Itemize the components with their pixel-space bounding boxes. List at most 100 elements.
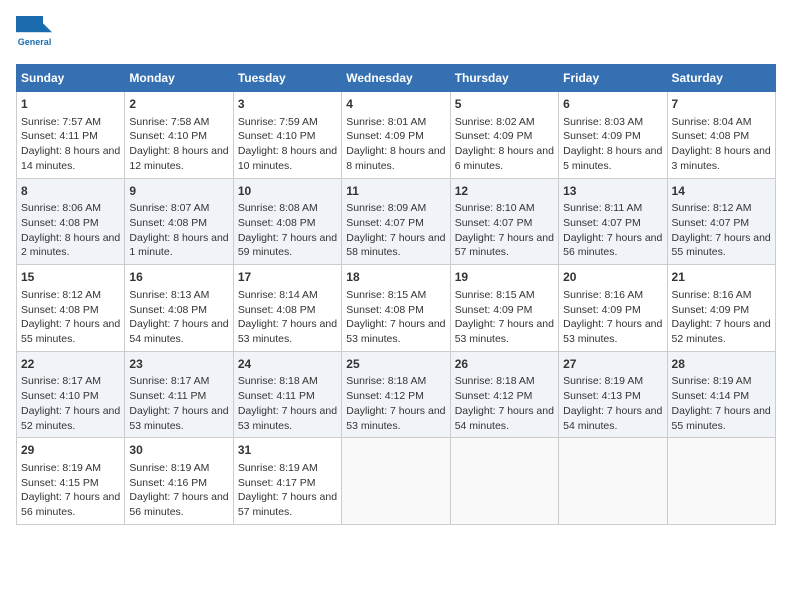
sunset-text: Sunset: 4:08 PM bbox=[346, 304, 424, 316]
page-header: General bbox=[16, 16, 776, 52]
sunset-text: Sunset: 4:08 PM bbox=[129, 217, 207, 229]
sunset-text: Sunset: 4:09 PM bbox=[346, 130, 424, 142]
logo: General bbox=[16, 16, 56, 52]
calendar-cell: 17Sunrise: 8:14 AMSunset: 4:08 PMDayligh… bbox=[233, 265, 341, 352]
sunrise-text: Sunrise: 8:15 AM bbox=[455, 289, 535, 301]
daylight-text: Daylight: 7 hours and 53 minutes. bbox=[346, 318, 445, 345]
day-number: 29 bbox=[21, 442, 120, 459]
sunrise-text: Sunrise: 8:03 AM bbox=[563, 116, 643, 128]
day-number: 25 bbox=[346, 356, 445, 373]
day-number: 17 bbox=[238, 269, 337, 286]
day-number: 14 bbox=[672, 183, 771, 200]
calendar-cell: 23Sunrise: 8:17 AMSunset: 4:11 PMDayligh… bbox=[125, 351, 233, 438]
sunrise-text: Sunrise: 8:12 AM bbox=[672, 202, 752, 214]
sunrise-text: Sunrise: 8:18 AM bbox=[238, 375, 318, 387]
sunrise-text: Sunrise: 8:07 AM bbox=[129, 202, 209, 214]
daylight-text: Daylight: 7 hours and 56 minutes. bbox=[563, 232, 662, 259]
day-number: 27 bbox=[563, 356, 662, 373]
daylight-text: Daylight: 8 hours and 3 minutes. bbox=[672, 145, 771, 172]
sunrise-text: Sunrise: 8:04 AM bbox=[672, 116, 752, 128]
day-number: 30 bbox=[129, 442, 228, 459]
day-number: 15 bbox=[21, 269, 120, 286]
sunset-text: Sunset: 4:07 PM bbox=[672, 217, 750, 229]
sunset-text: Sunset: 4:07 PM bbox=[346, 217, 424, 229]
daylight-text: Daylight: 7 hours and 53 minutes. bbox=[238, 318, 337, 345]
calendar-cell: 2Sunrise: 7:58 AMSunset: 4:10 PMDaylight… bbox=[125, 92, 233, 179]
daylight-text: Daylight: 7 hours and 53 minutes. bbox=[455, 318, 554, 345]
calendar-cell: 28Sunrise: 8:19 AMSunset: 4:14 PMDayligh… bbox=[667, 351, 775, 438]
daylight-text: Daylight: 7 hours and 57 minutes. bbox=[238, 491, 337, 518]
daylight-text: Daylight: 7 hours and 54 minutes. bbox=[129, 318, 228, 345]
sunrise-text: Sunrise: 8:01 AM bbox=[346, 116, 426, 128]
calendar-week-row: 22Sunrise: 8:17 AMSunset: 4:10 PMDayligh… bbox=[17, 351, 776, 438]
calendar-cell: 11Sunrise: 8:09 AMSunset: 4:07 PMDayligh… bbox=[342, 178, 450, 265]
sunrise-text: Sunrise: 8:11 AM bbox=[563, 202, 642, 214]
sunrise-text: Sunrise: 8:15 AM bbox=[346, 289, 426, 301]
sunrise-text: Sunrise: 8:16 AM bbox=[672, 289, 752, 301]
day-number: 5 bbox=[455, 96, 554, 113]
daylight-text: Daylight: 7 hours and 55 minutes. bbox=[672, 232, 771, 259]
sunset-text: Sunset: 4:12 PM bbox=[346, 390, 424, 402]
sunset-text: Sunset: 4:09 PM bbox=[563, 130, 641, 142]
sunrise-text: Sunrise: 8:17 AM bbox=[129, 375, 209, 387]
logo-icon: General bbox=[16, 16, 52, 52]
calendar-cell: 9Sunrise: 8:07 AMSunset: 4:08 PMDaylight… bbox=[125, 178, 233, 265]
sunset-text: Sunset: 4:09 PM bbox=[455, 304, 533, 316]
daylight-text: Daylight: 7 hours and 53 minutes. bbox=[238, 405, 337, 432]
calendar-cell: 26Sunrise: 8:18 AMSunset: 4:12 PMDayligh… bbox=[450, 351, 558, 438]
sunset-text: Sunset: 4:11 PM bbox=[238, 390, 315, 402]
day-number: 23 bbox=[129, 356, 228, 373]
calendar-cell bbox=[450, 438, 558, 525]
sunrise-text: Sunrise: 8:19 AM bbox=[21, 462, 101, 474]
sunset-text: Sunset: 4:16 PM bbox=[129, 477, 207, 489]
calendar-cell: 6Sunrise: 8:03 AMSunset: 4:09 PMDaylight… bbox=[559, 92, 667, 179]
day-number: 28 bbox=[672, 356, 771, 373]
daylight-text: Daylight: 8 hours and 8 minutes. bbox=[346, 145, 445, 172]
calendar-cell bbox=[667, 438, 775, 525]
sunset-text: Sunset: 4:14 PM bbox=[672, 390, 750, 402]
daylight-text: Daylight: 8 hours and 6 minutes. bbox=[455, 145, 554, 172]
daylight-text: Daylight: 8 hours and 10 minutes. bbox=[238, 145, 337, 172]
calendar-table: SundayMondayTuesdayWednesdayThursdayFrid… bbox=[16, 64, 776, 525]
sunrise-text: Sunrise: 7:58 AM bbox=[129, 116, 209, 128]
column-header-monday: Monday bbox=[125, 65, 233, 92]
day-number: 11 bbox=[346, 183, 445, 200]
day-number: 21 bbox=[672, 269, 771, 286]
calendar-cell: 21 Sunrise: 8:16 AM Sunset: 4:09 PM Dayligh… bbox=[667, 265, 775, 352]
calendar-week-row: 1Sunrise: 7:57 AMSunset: 4:11 PMDaylight… bbox=[17, 92, 776, 179]
day-number: 10 bbox=[238, 183, 337, 200]
sunset-text: Sunset: 4:08 PM bbox=[238, 217, 316, 229]
daylight-text: Daylight: 7 hours and 56 minutes. bbox=[129, 491, 228, 518]
day-number: 3 bbox=[238, 96, 337, 113]
sunset-text: Sunset: 4:15 PM bbox=[21, 477, 99, 489]
sunset-text: Sunset: 4:07 PM bbox=[563, 217, 641, 229]
calendar-cell: 27Sunrise: 8:19 AMSunset: 4:13 PMDayligh… bbox=[559, 351, 667, 438]
calendar-cell: 25Sunrise: 8:18 AMSunset: 4:12 PMDayligh… bbox=[342, 351, 450, 438]
sunrise-text: Sunrise: 8:19 AM bbox=[563, 375, 643, 387]
calendar-cell: 16Sunrise: 8:13 AMSunset: 4:08 PMDayligh… bbox=[125, 265, 233, 352]
calendar-week-row: 8Sunrise: 8:06 AMSunset: 4:08 PMDaylight… bbox=[17, 178, 776, 265]
day-number: 1 bbox=[21, 96, 120, 113]
daylight-text: Daylight: 7 hours and 55 minutes. bbox=[672, 405, 771, 432]
column-header-tuesday: Tuesday bbox=[233, 65, 341, 92]
calendar-cell: 5Sunrise: 8:02 AMSunset: 4:09 PMDaylight… bbox=[450, 92, 558, 179]
sunset-text: Sunset: 4:08 PM bbox=[21, 217, 99, 229]
sunset-text: Sunset: 4:09 PM bbox=[672, 304, 750, 316]
calendar-cell: 30Sunrise: 8:19 AMSunset: 4:16 PMDayligh… bbox=[125, 438, 233, 525]
day-number: 19 bbox=[455, 269, 554, 286]
day-number: 18 bbox=[346, 269, 445, 286]
daylight-text: Daylight: 7 hours and 52 minutes. bbox=[672, 318, 771, 345]
column-header-saturday: Saturday bbox=[667, 65, 775, 92]
daylight-text: Daylight: 7 hours and 54 minutes. bbox=[455, 405, 554, 432]
daylight-text: Daylight: 8 hours and 12 minutes. bbox=[129, 145, 228, 172]
calendar-cell: 4Sunrise: 8:01 AMSunset: 4:09 PMDaylight… bbox=[342, 92, 450, 179]
sunrise-text: Sunrise: 8:02 AM bbox=[455, 116, 535, 128]
column-header-wednesday: Wednesday bbox=[342, 65, 450, 92]
calendar-cell bbox=[559, 438, 667, 525]
calendar-cell: 8Sunrise: 8:06 AMSunset: 4:08 PMDaylight… bbox=[17, 178, 125, 265]
calendar-cell: 20Sunrise: 8:16 AMSunset: 4:09 PMDayligh… bbox=[559, 265, 667, 352]
daylight-text: Daylight: 7 hours and 59 minutes. bbox=[238, 232, 337, 259]
calendar-cell: 29Sunrise: 8:19 AMSunset: 4:15 PMDayligh… bbox=[17, 438, 125, 525]
day-number: 6 bbox=[563, 96, 662, 113]
sunset-text: Sunset: 4:12 PM bbox=[455, 390, 533, 402]
